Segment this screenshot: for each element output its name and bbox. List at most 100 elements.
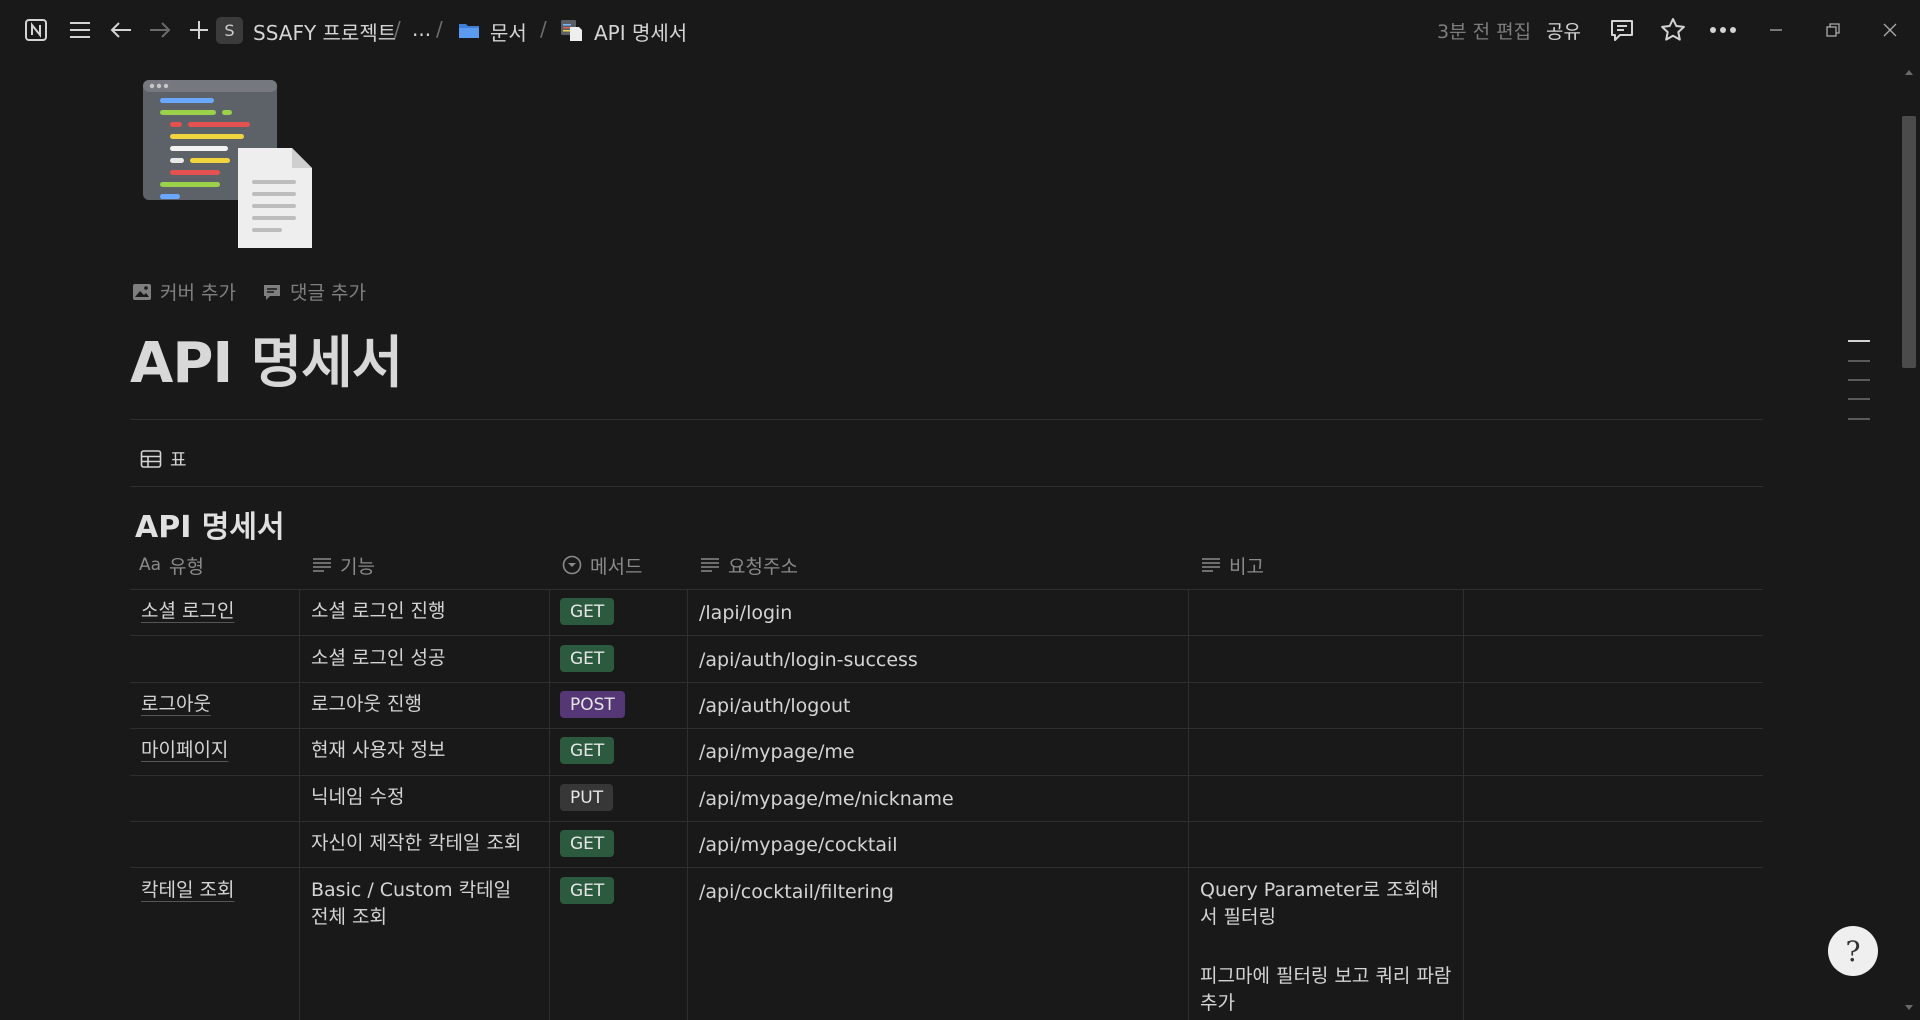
page-title[interactable]: API 명세서 [130, 318, 403, 399]
column-header-label: 유형 [169, 555, 205, 578]
last-edited-text: 3분 전 편집 [1437, 21, 1532, 43]
method-badge[interactable]: GET [560, 645, 615, 672]
column-header-method[interactable]: 메서드 [562, 553, 643, 578]
scrollbar-thumb[interactable] [1902, 116, 1916, 368]
workspace-badge[interactable]: S [216, 17, 243, 44]
scroll-down-arrow-icon[interactable] [1903, 1002, 1915, 1014]
code-document-icon [560, 18, 584, 42]
cell-url[interactable]: /api/mypage/me [699, 739, 855, 766]
database-title[interactable]: API 명세서 [135, 502, 285, 546]
cell-type[interactable]: 칵테일 조회 [141, 877, 234, 904]
cell-feature[interactable]: 로그아웃 진행 [311, 691, 422, 718]
table-column-divider [1188, 589, 1189, 1020]
share-button[interactable]: 공유 [1546, 17, 1581, 44]
column-header-url[interactable]: 요청주소 [700, 553, 798, 578]
view-tab-table[interactable]: 표 [140, 446, 187, 472]
comments-icon[interactable] [1608, 16, 1636, 44]
cell-feature[interactable]: Basic / Custom 칵테일 전체 조회 [311, 877, 521, 931]
text-lines-icon [313, 558, 331, 572]
table-row-divider [130, 728, 1763, 729]
method-badge[interactable]: GET [560, 598, 615, 625]
minimize-icon[interactable] [1766, 20, 1786, 40]
breadcrumb-separator: / [394, 17, 401, 41]
outline-marker-active[interactable] [1848, 340, 1870, 342]
cell-type[interactable]: 소셜 로그인 [141, 598, 234, 625]
column-header-label: 요청주소 [728, 555, 798, 578]
comment-icon [264, 284, 280, 300]
table-row-divider [130, 775, 1763, 776]
cell-url[interactable]: /api/auth/login-success [699, 647, 918, 674]
outline-marker[interactable] [1848, 398, 1870, 400]
table-column-divider [299, 589, 300, 1020]
method-badge[interactable]: GET [560, 737, 615, 764]
breadcrumb-separator: / [436, 17, 443, 41]
folder-icon [457, 19, 481, 41]
table-row-divider [130, 867, 1763, 868]
help-question-icon: ? [1845, 934, 1861, 968]
table-column-divider [549, 589, 550, 1020]
column-header-feature[interactable]: 기능 [312, 553, 375, 578]
cell-type[interactable]: 마이페이지 [141, 737, 228, 764]
cell-feature[interactable]: 소셜 로그인 성공 [311, 645, 445, 672]
breadcrumb-separator: / [540, 17, 547, 41]
cell-feature[interactable]: 소셜 로그인 진행 [311, 598, 445, 625]
scroll-up-arrow-icon[interactable] [1903, 66, 1915, 78]
cell-url[interactable]: /lapi/login [699, 600, 792, 627]
column-header-label: 기능 [340, 555, 375, 578]
method-badge[interactable]: GET [560, 830, 615, 857]
cell-url[interactable]: /api/mypage/cocktail [699, 832, 898, 859]
outline-marker[interactable] [1848, 360, 1870, 362]
divider [130, 419, 1763, 420]
divider [130, 486, 1763, 487]
breadcrumb-workspace[interactable]: SSAFY 프로젝트 [253, 17, 396, 46]
cell-url[interactable]: /api/auth/logout [699, 693, 850, 720]
table-row-divider [130, 635, 1763, 636]
outline-marker[interactable] [1848, 379, 1870, 381]
column-header-type[interactable]: Aa 유형 [139, 553, 205, 578]
table-icon [140, 450, 162, 468]
new-page-plus-icon[interactable] [185, 16, 213, 44]
breadcrumb-folder[interactable]: 문서 [490, 17, 527, 46]
close-window-icon[interactable] [1880, 20, 1900, 40]
view-tab-label: 표 [170, 450, 187, 471]
method-badge[interactable]: PUT [560, 784, 614, 811]
breadcrumb-page[interactable]: API 명세서 [594, 17, 687, 46]
image-icon [133, 283, 151, 300]
cell-url[interactable]: /api/cocktail/filtering [699, 879, 894, 906]
add-comment-button[interactable]: 댓글 추가 [262, 278, 366, 305]
cell-type[interactable]: 로그아웃 [141, 691, 211, 718]
select-chevron-icon [562, 555, 582, 575]
cell-feature[interactable]: 자신이 제작한 칵테일 조회 [311, 830, 521, 857]
favorite-star-icon[interactable] [1658, 15, 1688, 45]
table-column-divider [1463, 589, 1464, 1020]
method-badge[interactable]: POST [560, 691, 625, 718]
column-header-note[interactable]: 비고 [1201, 553, 1264, 578]
outline-marker[interactable] [1848, 418, 1870, 420]
add-cover-label: 커버 추가 [160, 282, 236, 304]
text-lines-icon [1202, 558, 1220, 572]
add-cover-button[interactable]: 커버 추가 [132, 278, 236, 305]
top-bar: S SSAFY 프로젝트 / ... / 문서 / API 명세서 3분 전 편… [0, 0, 1920, 60]
cell-feature[interactable]: 닉네임 수정 [311, 784, 404, 811]
table-column-divider [687, 589, 688, 1020]
more-options-icon[interactable] [1708, 16, 1738, 44]
notion-logo-icon[interactable] [22, 16, 50, 44]
help-button[interactable]: ? [1828, 926, 1878, 976]
cell-note[interactable]: Query Parameter로 조회해서 필터링 [1200, 877, 1455, 931]
menu-icon[interactable] [66, 16, 94, 44]
text-lines-icon [701, 558, 719, 572]
add-comment-label: 댓글 추가 [290, 282, 366, 304]
page-icon[interactable] [140, 78, 320, 250]
cell-url[interactable]: /api/mypage/me/nickname [699, 786, 954, 813]
table-row-divider [130, 821, 1763, 822]
table-row-divider [130, 589, 1763, 590]
forward-arrow-icon[interactable] [146, 16, 174, 44]
column-header-label: 메서드 [590, 555, 643, 578]
cell-feature[interactable]: 현재 사용자 정보 [311, 737, 445, 764]
back-arrow-icon[interactable] [107, 16, 135, 44]
cell-note-line[interactable]: 피그마에 필터링 보고 쿼리 파람 추가 [1200, 963, 1455, 1017]
breadcrumb-ellipsis[interactable]: ... [412, 17, 431, 41]
column-header-label: 비고 [1229, 555, 1264, 578]
method-badge[interactable]: GET [560, 877, 615, 904]
restore-window-icon[interactable] [1823, 20, 1843, 40]
